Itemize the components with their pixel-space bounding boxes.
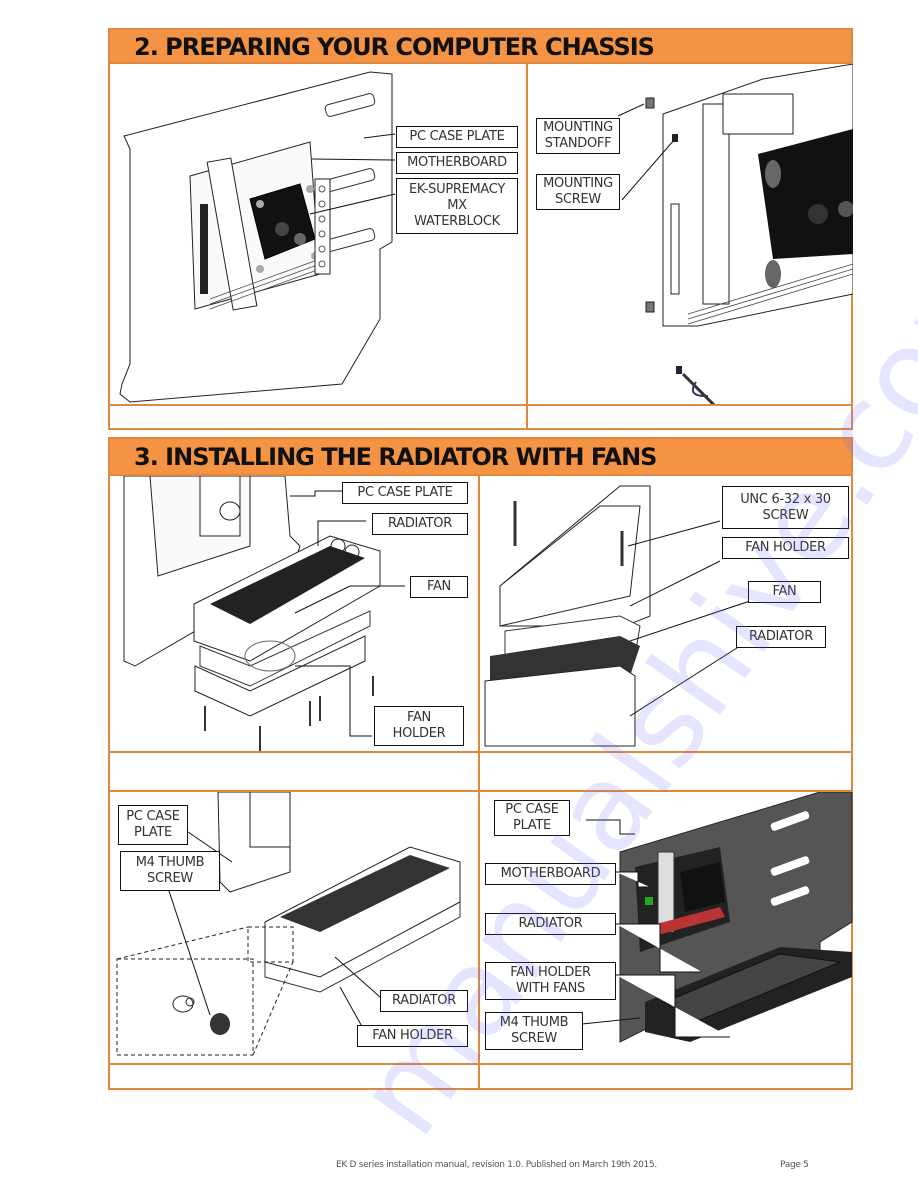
- footer-text: EK D series installation manual, revisio…: [336, 1160, 657, 1170]
- section-header: 3. INSTALLING THE RADIATOR WITH FANS: [110, 439, 851, 476]
- illustration-radiator-exploded: PC CASE PLATE RADIATOR FAN FAN HOLDER: [110, 476, 478, 753]
- label-waterblock: EK-SUPREMACY MX WATERBLOCK: [396, 178, 518, 234]
- illustration-final-assembly: PC CASE PLATE MOTHERBOARD RADIATOR FAN H…: [480, 792, 853, 1064]
- illustration-thumb-screw: PC CASE PLATE M4 THUMB SCREW RADIATOR FA…: [110, 792, 478, 1064]
- label-motherboard: MOTHERBOARD: [485, 863, 616, 885]
- section-preparing-chassis: 2. PREPARING YOUR COMPUTER CHASSIS PC CA…: [108, 28, 853, 430]
- illustration-fan-holder-assembly: UNC 6-32 x 30 SCREW FAN HOLDER FAN RADIA…: [480, 476, 853, 753]
- illustration-standoff-detail: MOUNTING STANDOFF MOUNTING SCREW: [528, 64, 853, 406]
- section-title: 3. INSTALLING THE RADIATOR WITH FANS: [134, 443, 657, 471]
- label-fan: FAN: [410, 576, 468, 598]
- caption-cell: [480, 753, 851, 790]
- label-pc-case-plate: PC CASE PLATE: [494, 800, 570, 836]
- caption-cell: [110, 406, 526, 428]
- label-mounting-screw: MOUNTING SCREW: [536, 174, 620, 210]
- label-m4-thumb-screw: M4 THUMB SCREW: [485, 1012, 583, 1050]
- page-number: Page 5: [780, 1160, 809, 1170]
- label-radiator: RADIATOR: [736, 626, 826, 648]
- label-pc-case-plate: PC CASE PLATE: [342, 482, 468, 504]
- label-fan: FAN: [748, 581, 821, 603]
- label-radiator: RADIATOR: [380, 990, 468, 1012]
- label-fan-holder: FAN HOLDER: [374, 706, 464, 746]
- caption-cell: [110, 753, 478, 790]
- label-fan-holder-with-fans: FAN HOLDER WITH FANS: [485, 962, 616, 1000]
- label-pc-case-plate: PC CASE PLATE: [396, 126, 518, 148]
- label-unc-screw: UNC 6-32 x 30 SCREW: [722, 486, 849, 529]
- label-motherboard: MOTHERBOARD: [396, 152, 518, 174]
- label-fan-holder: FAN HOLDER: [357, 1025, 468, 1047]
- caption-cell: [110, 1065, 478, 1088]
- label-mounting-standoff: MOUNTING STANDOFF: [536, 118, 620, 154]
- caption-cell: [480, 1065, 851, 1088]
- section-installing-radiator: 3. INSTALLING THE RADIATOR WITH FANS PC …: [108, 437, 853, 1090]
- label-m4-thumb-screw: M4 THUMB SCREW: [120, 851, 220, 891]
- label-fan-holder: FAN HOLDER: [722, 537, 849, 559]
- label-pc-case-plate: PC CASE PLATE: [118, 805, 188, 845]
- label-radiator: RADIATOR: [372, 513, 468, 535]
- caption-cell: [528, 406, 851, 428]
- chassis-plate-drawing: [119, 71, 396, 403]
- standoff-drawing: [617, 64, 853, 406]
- section-title: 2. PREPARING YOUR COMPUTER CHASSIS: [134, 33, 655, 61]
- section-header: 2. PREPARING YOUR COMPUTER CHASSIS: [110, 30, 851, 64]
- illustration-chassis-overview: PC CASE PLATE MOTHERBOARD EK-SUPREMACY M…: [110, 64, 526, 406]
- label-radiator: RADIATOR: [485, 913, 616, 935]
